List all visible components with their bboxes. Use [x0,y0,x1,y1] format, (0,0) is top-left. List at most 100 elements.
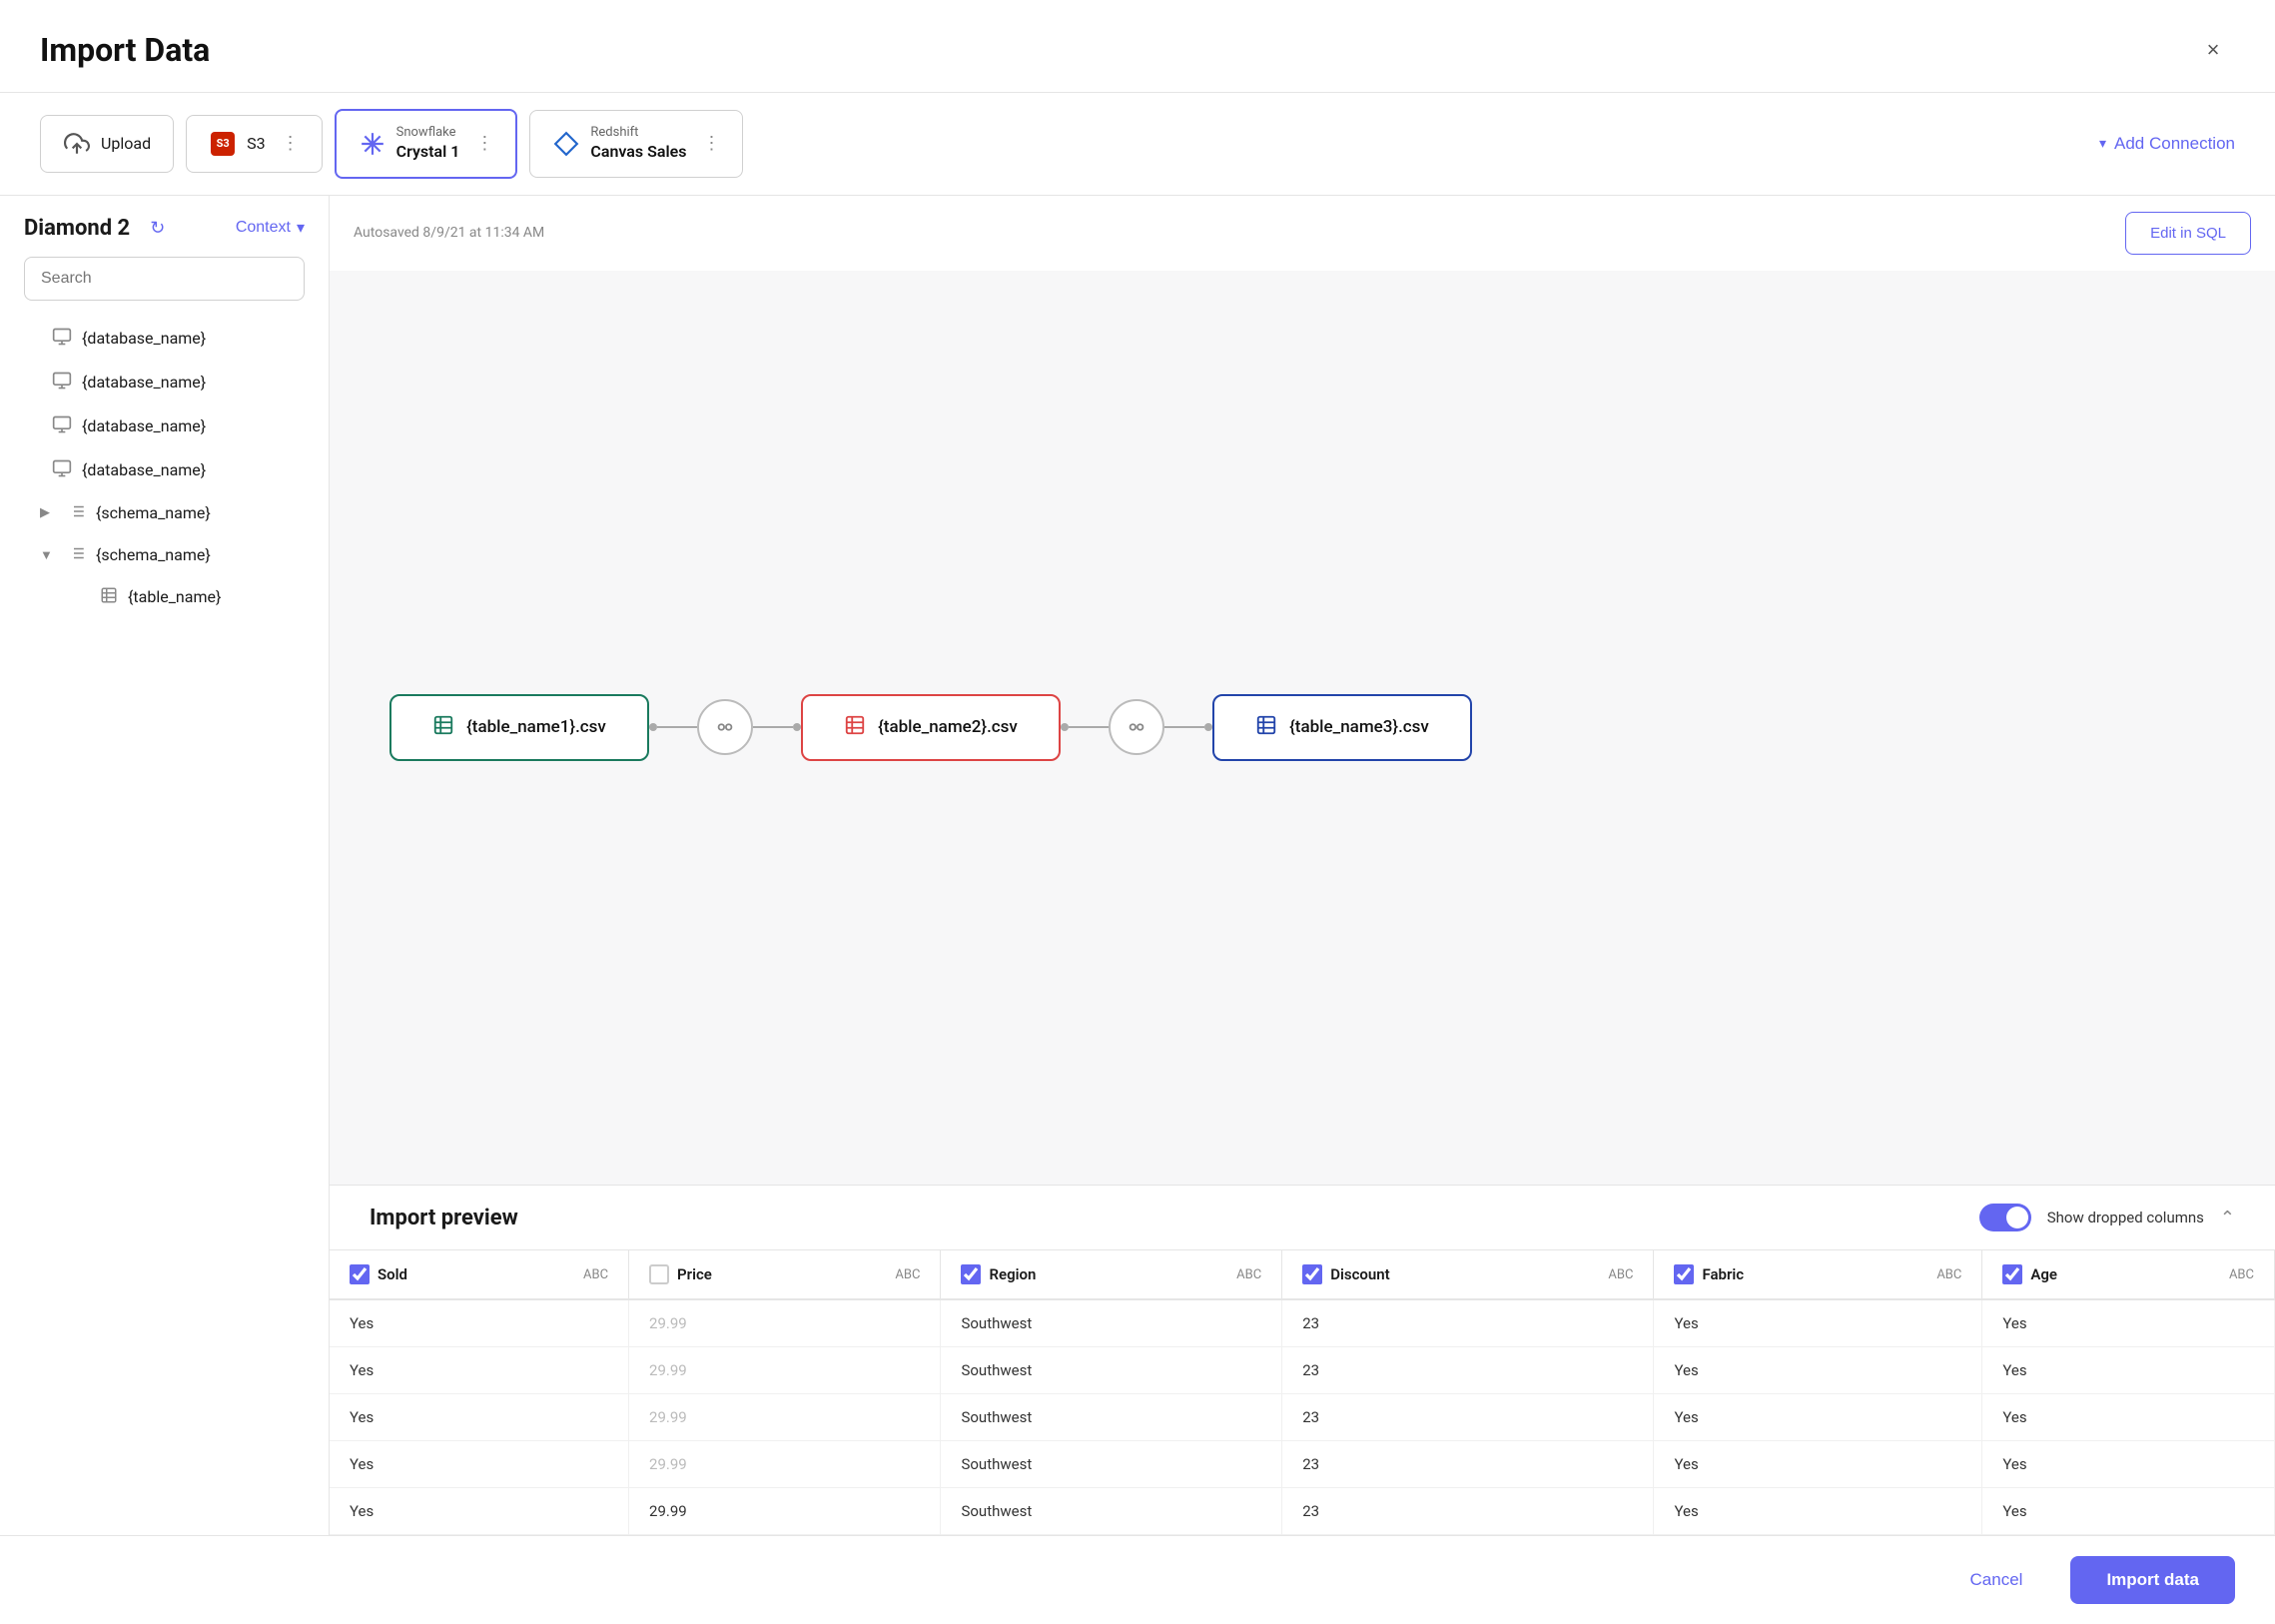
join-node-1[interactable] [697,699,753,755]
flow-node-2[interactable]: {table_name2}.csv [801,694,1061,761]
schema-item-1[interactable]: ▶ {schema_name} [8,492,321,534]
col-header-discount: Discount ABC [1282,1250,1654,1299]
import-data-modal: Import Data × Upload S3 S3 ⋮ [0,0,2275,1624]
toggle-knob [2006,1207,2028,1228]
database-item-3[interactable]: {database_name} [8,405,321,448]
main-content: Diamond 2 ↻ Context ▾ {databas [0,196,2275,1535]
redshift-tab-more[interactable]: ⋮ [702,133,720,154]
canvas: {table_name1}.csv [330,271,2275,1185]
table-row-2: Yes 29.99 Southwest 23 Yes Yes [330,1394,2275,1441]
node1-icon [432,714,454,741]
add-connection-button[interactable]: ▾ Add Connection [2099,134,2235,154]
sidebar-title: Diamond 2 [24,216,130,241]
connection-tab-s3[interactable]: S3 S3 ⋮ [186,115,323,173]
flow-connector-2 [1061,699,1212,755]
cell-fabric-3: Yes [1654,1441,1982,1488]
s3-tab-more[interactable]: ⋮ [282,133,300,154]
node3-icon [1255,714,1277,741]
col-type-discount: ABC [1608,1267,1633,1282]
search-input[interactable] [24,257,305,301]
close-button[interactable]: × [2191,28,2235,72]
refresh-icon[interactable]: ↻ [150,218,165,239]
cell-region-3: Southwest [941,1441,1282,1488]
cancel-button[interactable]: Cancel [1938,1556,2055,1604]
cell-fabric-4: Yes [1654,1488,1982,1535]
redshift-tab-type: Redshift [590,125,686,142]
connection-tab-redshift[interactable]: Redshift Canvas Sales ⋮ [529,110,743,178]
connection-tab-upload[interactable]: Upload [40,115,174,173]
tree-list: {database_name} {database_name} {d [0,317,329,1515]
db-icon-2 [52,371,72,395]
snowflake-icon [359,130,386,158]
connection-bar: Upload S3 S3 ⋮ Snowflak [0,93,2275,196]
node2-icon [844,714,866,741]
cell-price-0: 29.99 [629,1299,941,1347]
connector-dot-1a [649,723,657,731]
cell-age-2: Yes [1982,1394,2275,1441]
cell-region-2: Southwest [941,1394,1282,1441]
col-type-fabric: ABC [1936,1267,1961,1282]
add-connection-label: Add Connection [2114,134,2235,154]
cell-fabric-2: Yes [1654,1394,1982,1441]
show-dropped-toggle[interactable] [1979,1204,2031,1231]
age-checkbox[interactable] [2002,1264,2022,1284]
database-item-4[interactable]: {database_name} [8,448,321,492]
database-name-2: {database_name} [82,373,206,392]
connection-tab-snowflake[interactable]: Snowflake Crystal 1 ⋮ [335,109,518,179]
autosave-text: Autosaved 8/9/21 at 11:34 AM [354,225,544,241]
flow-node-1[interactable]: {table_name1}.csv [389,694,649,761]
col-name-price: Price [677,1265,712,1283]
sold-checkbox[interactable] [350,1264,370,1284]
table-row-4: Yes 29.99 Southwest 23 Yes Yes [330,1488,2275,1535]
context-chevron: ▾ [297,218,305,238]
table-icon-1 [100,586,118,608]
col-header-price: Price ABC [629,1250,941,1299]
join-node-2[interactable] [1109,699,1164,755]
table-item-1[interactable]: {table_name} [8,576,321,618]
preview-section: Import preview Show dropped columns ⌃ [330,1185,2275,1535]
s3-icon: S3 [209,130,237,158]
modal-header: Import Data × [0,0,2275,93]
schema-item-2[interactable]: ▼ {schema_name} [8,534,321,576]
snowflake-tab-text: Snowflake Crystal 1 [396,125,460,163]
connector-line-2a [1069,726,1109,728]
import-button[interactable]: Import data [2070,1556,2235,1604]
database-item-2[interactable]: {database_name} [8,361,321,405]
upload-tab-label: Upload [101,134,151,153]
col-header-sold: Sold ABC [330,1250,629,1299]
database-name-4: {database_name} [82,460,206,479]
preview-table: Sold ABC Price [330,1250,2275,1535]
cell-discount-0: 23 [1282,1299,1654,1347]
db-icon-1 [52,327,72,351]
cell-discount-1: 23 [1282,1347,1654,1394]
collapse-preview-button[interactable]: ⌃ [2220,1208,2235,1228]
edit-sql-button[interactable]: Edit in SQL [2125,212,2251,255]
modal-footer: Cancel Import data [0,1535,2275,1624]
connector-line-2b [1164,726,1204,728]
snowflake-tab-more[interactable]: ⋮ [475,133,493,154]
region-checkbox[interactable] [961,1264,981,1284]
modal-title: Import Data [40,31,210,69]
db-icon-3 [52,414,72,438]
context-label: Context [236,219,291,237]
schema-expand-1: ▶ [40,505,58,520]
discount-checkbox[interactable] [1302,1264,1322,1284]
schema-name-2: {schema_name} [96,545,211,564]
database-name-1: {database_name} [82,329,206,348]
flow-container: {table_name1}.csv [389,694,1472,761]
db-icon-4 [52,458,72,482]
flow-connector-1 [649,699,801,755]
database-item-1[interactable]: {database_name} [8,317,321,361]
redshift-tab-text: Redshift Canvas Sales [590,125,686,163]
preview-table-container: Sold ABC Price [330,1250,2275,1535]
price-checkbox[interactable] [649,1264,669,1284]
fabric-checkbox[interactable] [1674,1264,1694,1284]
snowflake-tab-type: Snowflake [396,125,460,142]
cell-sold-2: Yes [330,1394,629,1441]
flow-node-3[interactable]: {table_name3}.csv [1212,694,1472,761]
cell-age-3: Yes [1982,1441,2275,1488]
context-button[interactable]: Context ▾ [236,218,305,238]
connector-line-1b [753,726,793,728]
cell-fabric-1: Yes [1654,1347,1982,1394]
canvas-area: Autosaved 8/9/21 at 11:34 AM Edit in SQL… [330,196,2275,1185]
